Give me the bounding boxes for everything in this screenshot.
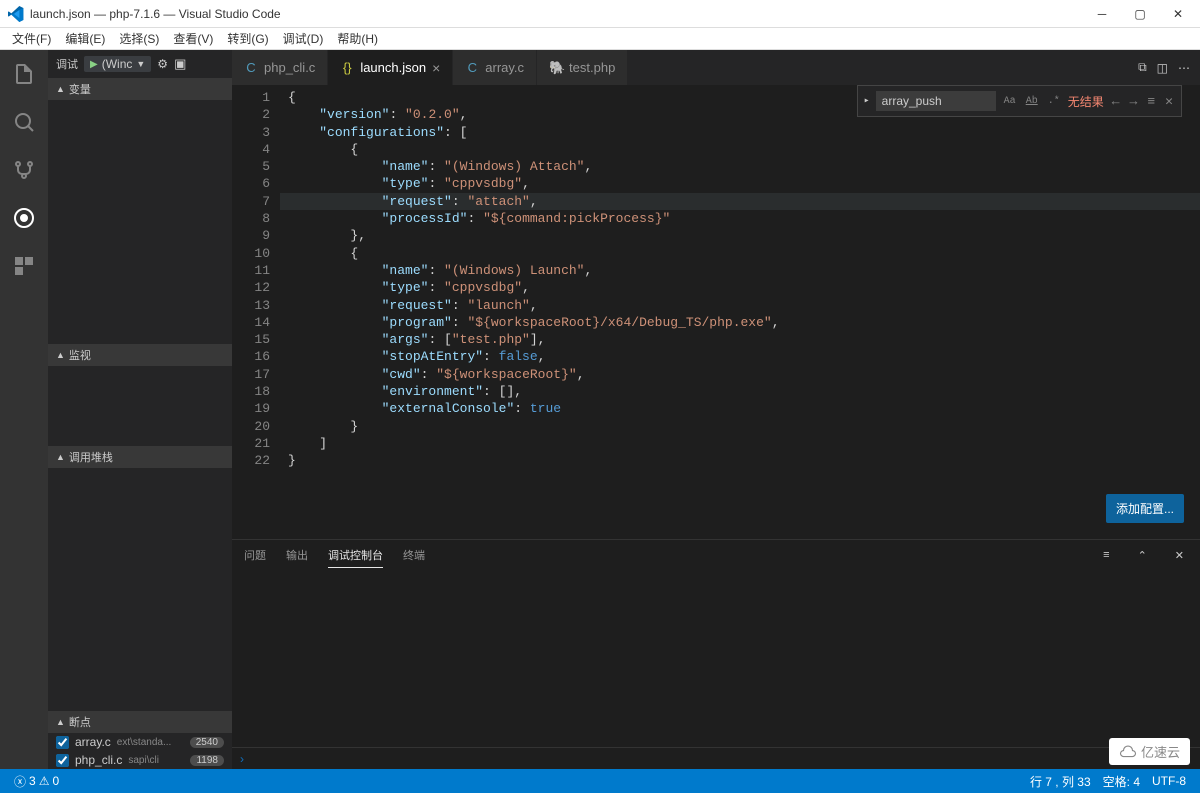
panel-tab-terminal[interactable]: 终端	[403, 543, 425, 567]
split-editor-icon[interactable]: ◫	[1157, 61, 1168, 75]
panel-tab-problems[interactable]: 问题	[244, 543, 266, 567]
breakpoint-item[interactable]: array.c ext\standa... 2540	[48, 733, 232, 751]
scrollbar[interactable]	[1188, 85, 1200, 539]
titlebar: launch.json — php-7.1.6 — Visual Studio …	[0, 0, 1200, 28]
status-errors[interactable]: ⓧ3⚠0	[8, 773, 65, 790]
section-variables[interactable]: ▲变量	[48, 78, 232, 100]
more-actions-icon[interactable]: ⋯	[1178, 61, 1190, 75]
activity-bar	[0, 50, 48, 769]
code-content[interactable]: { "version": "0.2.0", "configurations": …	[280, 85, 1200, 539]
json-file-icon: {}	[340, 60, 354, 75]
menu-help[interactable]: 帮助(H)	[331, 28, 384, 49]
error-icon: ⓧ	[14, 773, 26, 790]
menu-debug[interactable]: 调试(D)	[277, 28, 330, 49]
menubar: 文件(F) 编辑(E) 选择(S) 查看(V) 转到(G) 调试(D) 帮助(H…	[0, 28, 1200, 50]
maximize-button[interactable]: ▢	[1130, 7, 1150, 21]
line-gutter: 12345678910111213141516171819202122	[232, 85, 280, 539]
chevron-down-icon: ▲	[56, 84, 65, 94]
find-input[interactable]	[876, 91, 996, 111]
find-selection-icon[interactable]: ≡	[1145, 94, 1157, 109]
breakpoint-checkbox[interactable]	[56, 736, 69, 749]
match-case-icon[interactable]: Aa	[1002, 94, 1018, 109]
chevron-down-icon: ▲	[56, 717, 65, 727]
menu-file[interactable]: 文件(F)	[6, 28, 57, 49]
debug-console-body[interactable]	[232, 570, 1200, 747]
chevron-down-icon: ▼	[136, 59, 145, 69]
panel-collapse-icon[interactable]: ⌃	[1134, 549, 1151, 562]
chevron-down-icon: ▲	[56, 350, 65, 360]
find-close-icon[interactable]: ✕	[1163, 94, 1175, 109]
close-button[interactable]: ✕	[1168, 7, 1188, 21]
status-bar: ⓧ3⚠0 行 7 , 列 33 空格: 4 UTF-8	[0, 769, 1200, 793]
explorer-icon[interactable]	[10, 60, 38, 88]
menu-selection[interactable]: 选择(S)	[113, 28, 165, 49]
tab-php-cli[interactable]: Cphp_cli.c	[232, 50, 328, 85]
status-encoding[interactable]: UTF-8	[1146, 774, 1192, 788]
tab-test-php[interactable]: 🐘test.php	[537, 50, 628, 85]
debug-console-icon[interactable]: ▣	[174, 56, 186, 72]
diff-icon[interactable]: ⧉	[1138, 60, 1147, 75]
panel-clear-icon[interactable]: ≡	[1099, 549, 1113, 561]
match-word-icon[interactable]: Ab	[1024, 94, 1040, 109]
panel-tab-output[interactable]: 输出	[286, 543, 308, 567]
editor-group: Cphp_cli.c {}launch.json× Carray.c 🐘test…	[232, 50, 1200, 769]
c-file-icon: C	[244, 60, 258, 75]
find-widget: ▸ Aa Ab .* 无结果 ← → ≡ ✕	[857, 85, 1182, 117]
breakpoint-item[interactable]: php_cli.c sapi\cli 1198	[48, 751, 232, 769]
debug-config-gear-icon[interactable]: ⚙	[157, 57, 168, 71]
debug-label: 调试	[56, 56, 78, 72]
php-file-icon: 🐘	[549, 60, 563, 76]
code-editor[interactable]: ▸ Aa Ab .* 无结果 ← → ≡ ✕ 12345678910111213…	[232, 85, 1200, 539]
extensions-icon[interactable]	[10, 252, 38, 280]
status-ln-col[interactable]: 行 7 , 列 33	[1024, 773, 1097, 790]
menu-edit[interactable]: 编辑(E)	[59, 28, 111, 49]
tab-close-icon[interactable]: ×	[432, 60, 440, 76]
tab-launch-json[interactable]: {}launch.json×	[328, 50, 453, 85]
section-callstack[interactable]: ▲调用堆栈	[48, 446, 232, 468]
minimize-button[interactable]: ─	[1092, 7, 1112, 21]
window-title: launch.json — php-7.1.6 — Visual Studio …	[30, 7, 1092, 21]
warning-icon: ⚠	[39, 774, 50, 788]
debug-start-button[interactable]: ▶ (Winc ▼	[84, 56, 151, 72]
find-prev-icon[interactable]: ←	[1110, 94, 1122, 109]
menu-go[interactable]: 转到(G)	[221, 28, 274, 49]
debug-icon[interactable]	[10, 204, 38, 232]
debug-console-input[interactable]: ›	[232, 747, 1200, 769]
panel-tab-debug-console[interactable]: 调试控制台	[328, 543, 383, 568]
find-results: 无结果	[1068, 93, 1104, 110]
watermark: 亿速云	[1109, 738, 1190, 765]
menu-view[interactable]: 查看(V)	[167, 28, 219, 49]
find-next-icon[interactable]: →	[1128, 94, 1140, 109]
status-spaces[interactable]: 空格: 4	[1097, 773, 1146, 790]
panel-close-icon[interactable]: ✕	[1171, 549, 1188, 562]
c-file-icon: C	[465, 60, 479, 75]
debug-sidebar: 调试 ▶ (Winc ▼ ⚙ ▣ ▲变量 ▲监视 ▲调用堆栈 ▲断点 array…	[48, 50, 232, 769]
add-config-button[interactable]: 添加配置...	[1106, 494, 1184, 523]
bottom-panel: 问题 输出 调试控制台 终端 ≡ ⌃ ✕ ›	[232, 539, 1200, 769]
regex-icon[interactable]: .*	[1046, 94, 1062, 109]
chevron-down-icon: ▲	[56, 452, 65, 462]
find-toggle-icon[interactable]: ▸	[864, 95, 870, 107]
breakpoint-checkbox[interactable]	[56, 754, 69, 767]
tab-array-c[interactable]: Carray.c	[453, 50, 537, 85]
section-breakpoints[interactable]: ▲断点	[48, 711, 232, 733]
source-control-icon[interactable]	[10, 156, 38, 184]
play-icon: ▶	[90, 59, 98, 70]
editor-tabs: Cphp_cli.c {}launch.json× Carray.c 🐘test…	[232, 50, 1200, 85]
section-watch[interactable]: ▲监视	[48, 344, 232, 366]
search-icon[interactable]	[10, 108, 38, 136]
vscode-logo-icon	[8, 6, 24, 22]
